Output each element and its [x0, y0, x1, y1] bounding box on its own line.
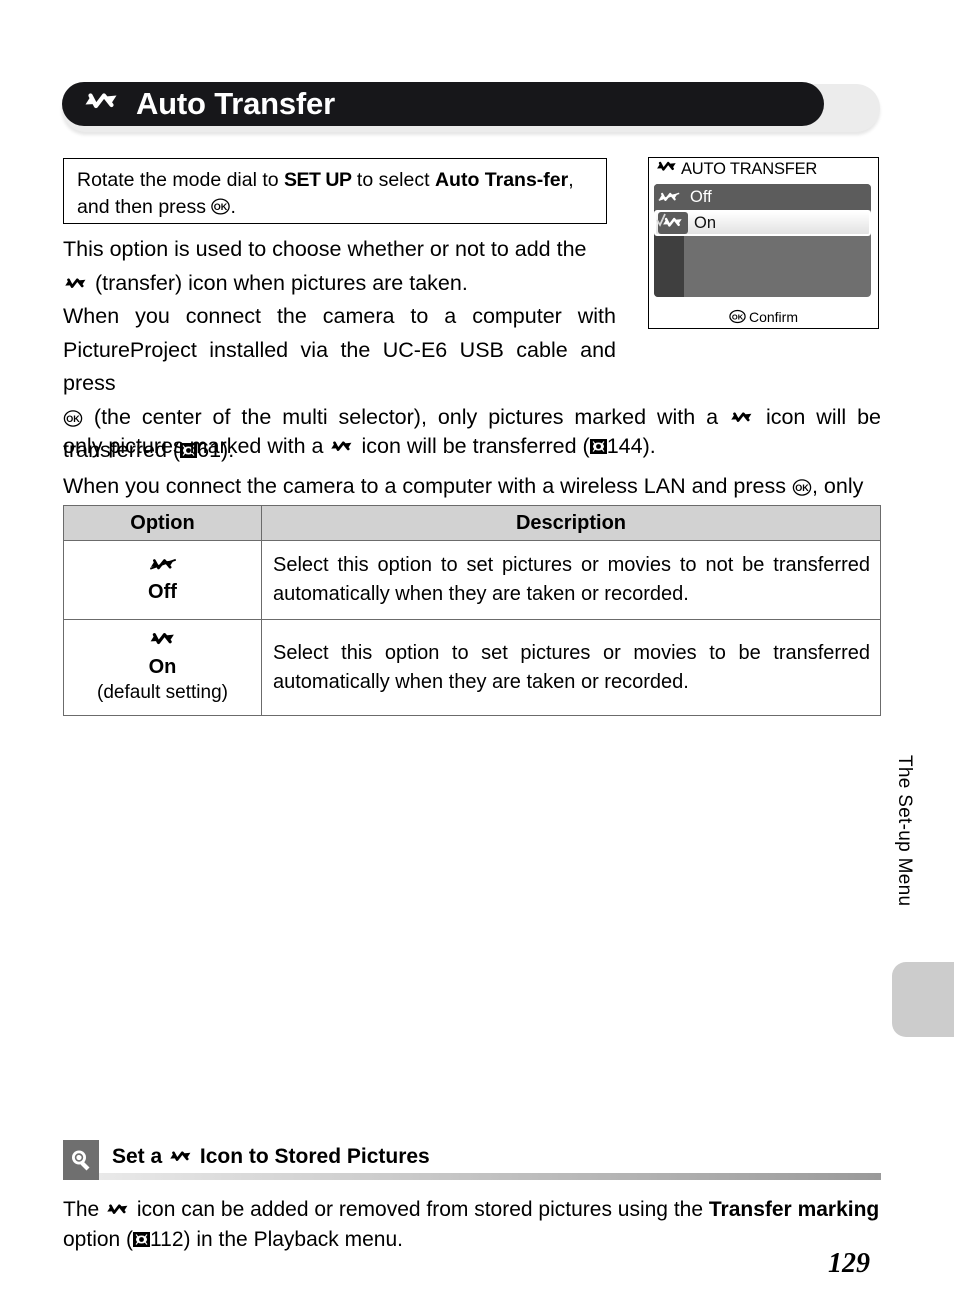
page-reference-number: 144 [606, 434, 643, 458]
instruction-box: Rotate the mode dial to SET UP to select… [63, 158, 607, 224]
ok-button-icon: OK [792, 474, 812, 498]
transfer-icon [68, 629, 257, 655]
menu-name-line1: Auto Trans- [434, 169, 544, 191]
paragraph-3-continuation: , only pictures marked with a only pictu… [63, 430, 881, 466]
tip-body-b: icon can be added or removed from stored… [131, 1198, 709, 1221]
chapter-side-label: The Set-up Menu [894, 755, 915, 907]
table-cell-description: Select this option to set pictures or mo… [261, 540, 881, 620]
paragraph-1-text-a: This option is used to choose whether or… [63, 237, 587, 261]
table-cell-option-on: On (default setting) [63, 619, 262, 716]
svg-text:OK: OK [214, 202, 228, 212]
table-header-row: Option Description [63, 505, 881, 541]
page-reference-icon [589, 432, 607, 466]
tip-body-d: ) in the Playback menu. [183, 1228, 403, 1251]
ok-button-icon: OK [63, 405, 83, 429]
transfer-off-icon [654, 189, 684, 206]
transfer-icon [655, 159, 679, 180]
paragraph-1-text-b: (transfer) icon when pictures are taken. [89, 270, 468, 295]
lcd-title: AUTO TRANSFER [681, 160, 818, 178]
paragraph-3-text-d: ). [642, 434, 656, 458]
tip-body: The icon can be added or removed from st… [63, 1195, 881, 1257]
page-header-bar: Auto Transfer [62, 82, 824, 126]
paragraph-3-text-a: When you connect the camera to a compute… [63, 473, 792, 498]
page-reference-icon [133, 1227, 151, 1257]
options-table: Option Description Off Select this optio… [63, 505, 881, 716]
tip-title-a: Set a [112, 1145, 169, 1168]
transfer-icon [63, 271, 89, 295]
paragraph-2-head: When you connect the camera to a compute… [63, 300, 616, 401]
lcd-menu-item-off[interactable]: Off [654, 184, 871, 210]
option-name: On [148, 656, 177, 678]
transfer-icon [82, 89, 122, 120]
tip-title-b: Icon to Stored Pictures [194, 1145, 430, 1168]
instruction-end: . [230, 196, 236, 218]
option-name: Off [148, 581, 177, 603]
menu-name-line2: fer [543, 169, 569, 191]
paragraph-3-text-c: icon will be transferred ( [355, 434, 590, 458]
table-header-description: Description [261, 505, 881, 541]
instruction-middle: to select [351, 169, 435, 191]
table-header-option: Option [63, 505, 262, 541]
transfer-icon [329, 434, 355, 458]
lcd-title-row: AUTO TRANSFER [649, 158, 878, 181]
instruction-prefix: Rotate the mode dial to [77, 169, 285, 191]
transfer-icon [729, 405, 755, 429]
table-cell-description: Select this option to set pictures or mo… [261, 619, 881, 716]
transfer-icon [168, 1145, 194, 1168]
table-row: On (default setting) Select this option … [63, 619, 881, 716]
mode-dial-setup-label: SET UP [284, 169, 352, 191]
tip-body-a: The [63, 1198, 106, 1221]
lightbulb-tip-icon [63, 1140, 99, 1180]
lcd-menu-item-label: Off [690, 187, 712, 206]
tip-section: Set a Icon to Stored Pictures The icon c… [63, 1140, 881, 1257]
lcd-menu-item-label: On [694, 213, 717, 232]
svg-text:OK: OK [66, 414, 80, 424]
transfer-icon [105, 1198, 131, 1221]
page-title: Auto Transfer [136, 86, 335, 121]
paragraph-1: This option is used to choose whether or… [63, 233, 613, 300]
tip-title: Set a Icon to Stored Pictures [112, 1143, 430, 1171]
instruction-text: Rotate the mode dial to SET UP to select… [77, 167, 594, 221]
tip-body-c: option ( [63, 1228, 134, 1251]
option-default-note: (default setting) [97, 682, 228, 703]
page-reference-number: 112 [150, 1228, 184, 1251]
paragraph-2-text-b: (the center of the multi selector), only… [83, 404, 730, 429]
paragraph-3-line2: only pictures marked with a [63, 434, 330, 458]
paragraph-2-text-a: When you connect the camera to a compute… [63, 304, 616, 395]
svg-text:OK: OK [795, 483, 809, 493]
page-number: 129 [828, 1248, 870, 1279]
checkmark-icon [656, 212, 666, 232]
table-row: Off Select this option to set pictures o… [63, 540, 881, 620]
transfer-off-icon [68, 554, 257, 580]
ok-button-icon: OK [211, 196, 231, 218]
tip-divider [99, 1173, 881, 1180]
chapter-side-tab [892, 962, 954, 1037]
tip-body-bold: Transfer marking [708, 1198, 880, 1221]
table-cell-option-off: Off [63, 540, 262, 620]
